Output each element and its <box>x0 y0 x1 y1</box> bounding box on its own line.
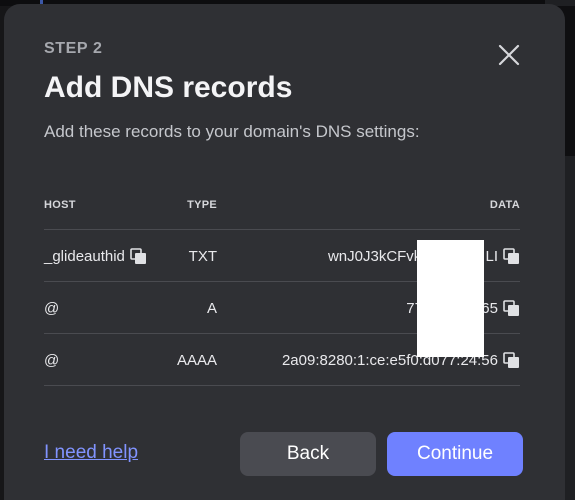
header-data: DATA <box>489 199 520 211</box>
copy-icon[interactable] <box>503 351 520 369</box>
host-value: @ <box>44 351 60 369</box>
type-cell: AAAA <box>176 351 217 369</box>
continue-button[interactable]: Continue <box>387 432 523 476</box>
step-label: STEP 2 <box>44 40 103 57</box>
host-cell: _glideauthid <box>44 230 147 282</box>
host-cell: @ <box>44 282 59 334</box>
copy-icon[interactable] <box>130 247 147 265</box>
type-cell: A <box>206 299 217 317</box>
data-cell: 2a09:8280:1:ce:e5f0:d077:24:56 <box>282 334 520 386</box>
redaction-box <box>417 240 484 357</box>
host-value: @ <box>44 299 60 317</box>
copy-icon[interactable] <box>503 247 520 265</box>
back-button[interactable]: Back <box>240 432 376 476</box>
header-host: HOST <box>44 199 76 211</box>
header-type: TYPE <box>187 199 217 211</box>
close-icon[interactable] <box>496 42 522 68</box>
modal-subtitle: Add these records to your domain's DNS s… <box>44 122 420 141</box>
host-cell: @ <box>44 334 59 386</box>
host-value: _glideauthid <box>44 247 125 265</box>
type-cell: TXT <box>188 247 217 265</box>
help-link[interactable]: I need help <box>44 442 138 464</box>
table-header: HOST TYPE DATA <box>44 182 520 230</box>
copy-icon[interactable] <box>503 299 520 317</box>
modal-title: Add DNS records <box>44 71 293 104</box>
